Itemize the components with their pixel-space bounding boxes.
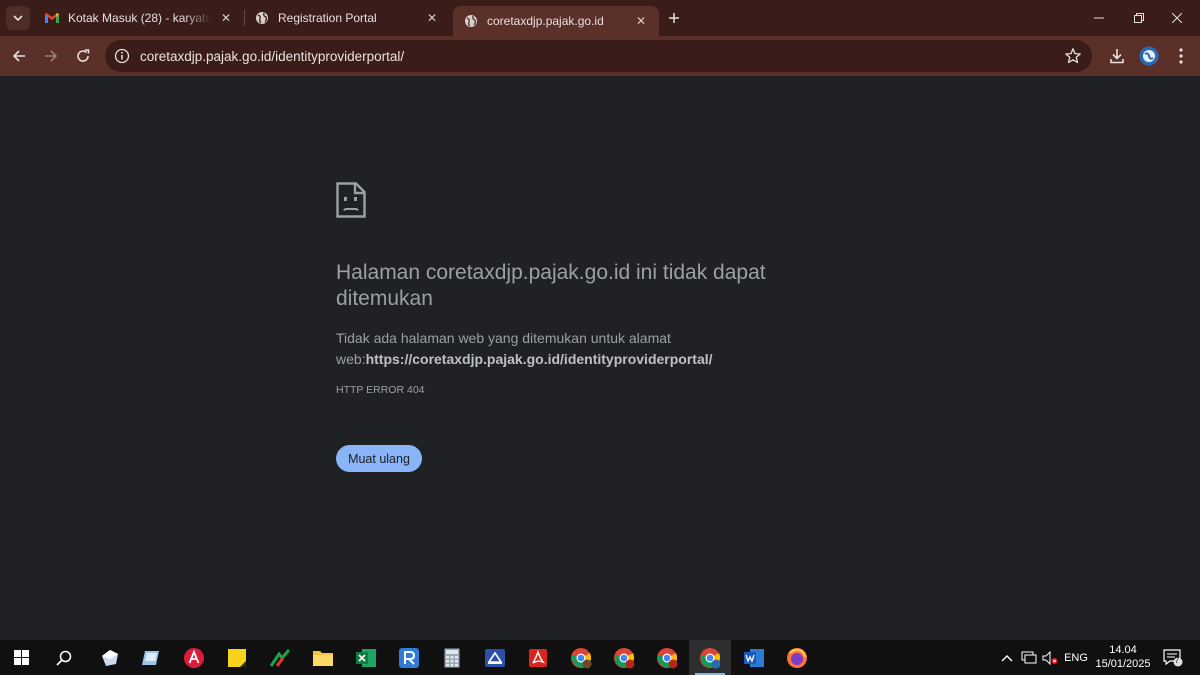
chrome-profile-icon bbox=[657, 647, 678, 668]
error-page: Halaman coretaxdjp.pajak.go.id ini tidak… bbox=[0, 76, 1200, 640]
search-icon bbox=[56, 650, 72, 666]
volume-muted-icon bbox=[1042, 650, 1058, 665]
network-icon bbox=[1021, 651, 1037, 663]
taskbar-app-scanner[interactable] bbox=[474, 640, 516, 675]
taskbar-app-file-explorer[interactable] bbox=[302, 640, 344, 675]
file-explorer-icon bbox=[313, 650, 333, 666]
gmail-icon bbox=[44, 10, 60, 26]
taskbar-app-angular[interactable] bbox=[173, 640, 215, 675]
tab-title: Registration Portal bbox=[278, 11, 377, 25]
close-window-button[interactable] bbox=[1154, 0, 1200, 36]
windows-taskbar: ENG 14.04 15/01/2025 7 bbox=[0, 640, 1200, 675]
tab-title: Kotak Masuk (28) - karyatotalab bbox=[68, 11, 212, 25]
scanner-app-icon bbox=[485, 648, 505, 667]
address-bar[interactable]: coretaxdjp.pajak.go.id/identityproviderp… bbox=[105, 40, 1092, 72]
taskbar-clock[interactable]: 14.04 15/01/2025 bbox=[1094, 643, 1152, 671]
chevron-down-icon bbox=[13, 15, 23, 22]
start-button[interactable] bbox=[0, 640, 42, 675]
cube-app-icon bbox=[102, 649, 118, 666]
notifications-button[interactable]: 7 bbox=[1160, 640, 1186, 675]
taskbar-app-sticky-notes[interactable] bbox=[216, 640, 258, 675]
profile-avatar[interactable] bbox=[1138, 45, 1160, 67]
tab-registration-portal[interactable]: Registration Portal ✕ bbox=[244, 0, 450, 36]
more-vert-icon bbox=[1179, 48, 1183, 64]
angular-app-icon bbox=[184, 647, 204, 668]
bookmark-star-icon[interactable] bbox=[1064, 47, 1082, 65]
download-icon bbox=[1110, 49, 1124, 64]
clock-date: 15/01/2025 bbox=[1095, 658, 1151, 670]
forward-button[interactable] bbox=[37, 42, 65, 70]
close-tab-icon[interactable]: ✕ bbox=[424, 10, 440, 26]
language-indicator[interactable]: ENG bbox=[1062, 640, 1090, 675]
tab-coretax-active[interactable]: coretaxdjp.pajak.go.id ✕ bbox=[453, 6, 659, 36]
r-app-icon bbox=[399, 647, 419, 668]
taskbar-app-arrow[interactable] bbox=[259, 640, 301, 675]
search-button[interactable] bbox=[43, 640, 85, 675]
taskbar-app-word[interactable] bbox=[733, 640, 775, 675]
tab-search-button[interactable] bbox=[6, 6, 30, 30]
error-title: Halaman coretaxdjp.pajak.go.id ini tidak… bbox=[336, 261, 766, 310]
taskbar-app-excel[interactable] bbox=[345, 640, 387, 675]
chrome-profile-icon bbox=[571, 647, 592, 668]
globe-icon bbox=[254, 10, 270, 26]
error-code: HTTP ERROR 404 bbox=[336, 384, 425, 396]
volume-tray-button[interactable] bbox=[1041, 640, 1059, 675]
taskbar-app-cube[interactable] bbox=[89, 640, 131, 675]
new-tab-button[interactable] bbox=[664, 8, 684, 28]
taskbar-app-chrome-active[interactable] bbox=[689, 640, 731, 675]
tab-title: coretaxdjp.pajak.go.id bbox=[487, 14, 604, 28]
taskbar-app-r[interactable] bbox=[388, 640, 430, 675]
arrow-left-icon bbox=[12, 50, 25, 62]
taskbar-app-chrome-profile-1[interactable] bbox=[560, 640, 602, 675]
taskbar-app-chrome-profile-2[interactable] bbox=[603, 640, 645, 675]
chrome-icon bbox=[700, 647, 721, 668]
close-icon bbox=[1172, 13, 1182, 23]
restore-icon bbox=[1134, 13, 1144, 23]
reload-page-button[interactable]: Muat ulang bbox=[336, 445, 422, 472]
taskbar-app-rdp[interactable] bbox=[130, 640, 172, 675]
taskbar-app-chrome-profile-3[interactable] bbox=[646, 640, 688, 675]
browser-toolbar: coretaxdjp.pajak.go.id/identityproviderp… bbox=[0, 36, 1200, 76]
back-button[interactable] bbox=[5, 42, 33, 70]
sticky-notes-icon bbox=[228, 648, 246, 667]
chevron-up-icon bbox=[1001, 654, 1013, 661]
tab-strip: Kotak Masuk (28) - karyatotalab ✕ Regist… bbox=[0, 0, 1200, 36]
menu-button[interactable] bbox=[1170, 45, 1192, 67]
taskbar-app-firefox[interactable] bbox=[776, 640, 818, 675]
network-tray-button[interactable] bbox=[1019, 640, 1039, 675]
arrow-right-icon bbox=[45, 50, 58, 62]
tray-overflow-button[interactable] bbox=[998, 640, 1016, 675]
globe-icon bbox=[463, 13, 479, 29]
excel-icon bbox=[356, 648, 376, 667]
chrome-profile-icon bbox=[614, 647, 635, 668]
taskbar-app-acrobat[interactable] bbox=[517, 640, 559, 675]
error-url: https://coretaxdjp.pajak.go.id/identityp… bbox=[365, 351, 713, 367]
rdp-app-icon bbox=[142, 650, 159, 665]
tab-gmail[interactable]: Kotak Masuk (28) - karyatotalab ✕ bbox=[34, 0, 244, 36]
reload-button[interactable] bbox=[69, 42, 97, 70]
address-text[interactable]: coretaxdjp.pajak.go.id/identityproviderp… bbox=[140, 49, 404, 64]
error-description: Tidak ada halaman web yang ditemukan unt… bbox=[336, 328, 756, 370]
arrow-app-icon bbox=[269, 648, 291, 667]
close-tab-icon[interactable]: ✕ bbox=[633, 13, 649, 29]
windows-start-icon bbox=[13, 650, 29, 665]
avatar-icon bbox=[1139, 46, 1159, 66]
close-tab-icon[interactable]: ✕ bbox=[218, 10, 234, 26]
clock-time: 14.04 bbox=[1109, 644, 1137, 656]
downloads-button[interactable] bbox=[1106, 45, 1128, 67]
plus-icon bbox=[669, 13, 679, 23]
taskbar-app-calculator[interactable] bbox=[431, 640, 473, 675]
firefox-icon bbox=[787, 647, 807, 668]
site-info-icon[interactable] bbox=[114, 48, 130, 64]
word-icon bbox=[744, 648, 764, 667]
calculator-icon bbox=[444, 648, 460, 667]
reload-icon bbox=[77, 49, 90, 62]
notification-count: 7 bbox=[1174, 656, 1180, 665]
acrobat-icon bbox=[529, 648, 547, 667]
sad-page-icon bbox=[336, 182, 366, 218]
minimize-icon bbox=[1094, 17, 1104, 19]
